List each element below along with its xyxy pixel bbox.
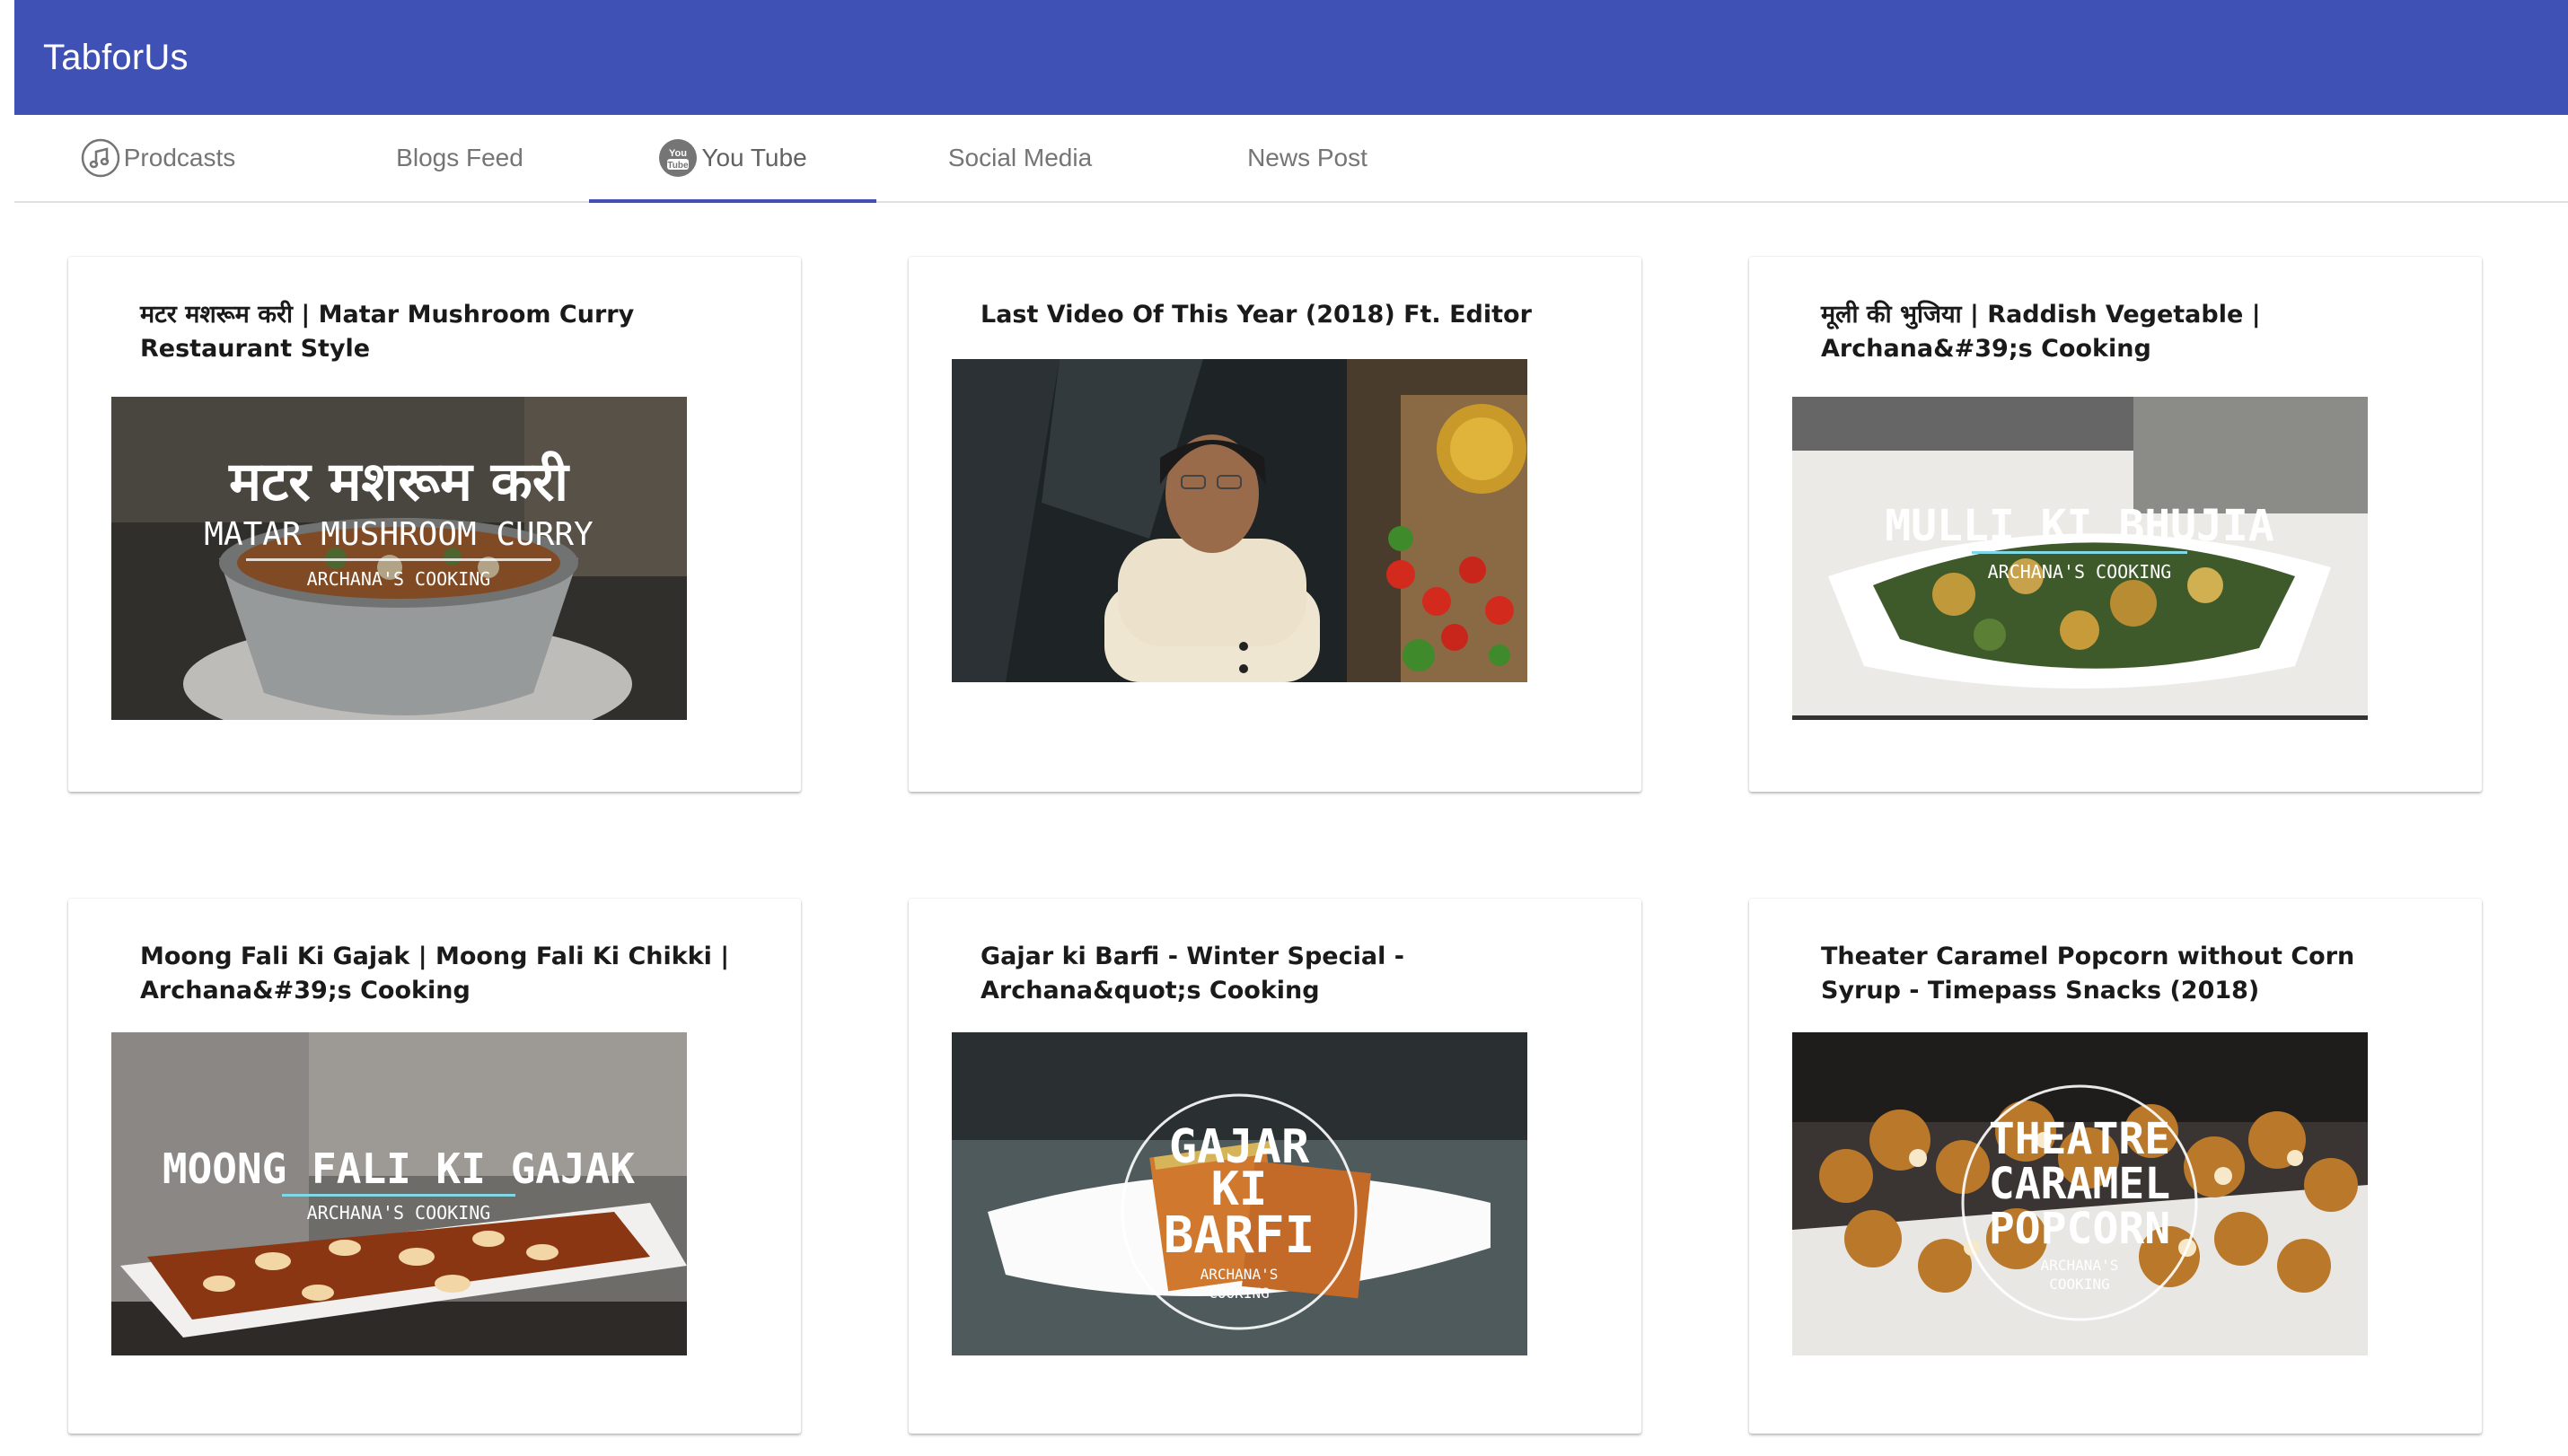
tab-you-tube-label: You Tube — [701, 144, 807, 171]
thumb-text: ARCHANA'S — [1200, 1266, 1279, 1283]
video-card[interactable]: मटर मशरूम करी | Matar Mushroom Curry Res… — [68, 257, 801, 792]
video-card[interactable]: मूली की भुजिया | Raddish Vegetable | Arc… — [1749, 257, 2482, 792]
tab-bar: Prodcasts Blogs Feed You Tube You Tube S… — [14, 115, 2568, 203]
tab-you-tube[interactable]: You Tube You Tube — [589, 115, 876, 203]
tab-social-media[interactable]: Social Media — [876, 115, 1164, 201]
video-card[interactable]: Theater Caramel Popcorn without Corn Syr… — [1749, 899, 2482, 1434]
thumb-text: मटर मशरूम करी — [228, 451, 570, 513]
video-card[interactable]: Moong Fali Ki Gajak | Moong Fali Ki Chik… — [68, 899, 801, 1434]
thumb-text: POPCORN — [1989, 1204, 2170, 1254]
video-card[interactable]: Last Video Of This Year (2018) Ft. Edito… — [909, 257, 1641, 792]
tab-blogs-feed[interactable]: Blogs Feed — [330, 115, 589, 201]
thumb-text: MULLI KI BHUJIA — [1885, 501, 2274, 551]
thumb-text: COOKING — [2049, 1276, 2109, 1293]
page: TabforUs Prodcasts Blogs Feed You Tube Y… — [0, 0, 2568, 1456]
youtube-icon: You Tube — [658, 138, 698, 178]
svg-text:You: You — [669, 148, 687, 159]
thumb-text: ARCHANA'S COOKING — [1988, 561, 2172, 583]
video-thumbnail[interactable]: MOONG FALI KI GAJAK ARCHANA'S COOKING — [111, 1032, 687, 1355]
video-thumbnail[interactable]: MULLI KI BHUJIA ARCHANA'S COOKING — [1792, 397, 2368, 720]
thumb-text: ARCHANA'S — [2041, 1257, 2119, 1274]
tab-blogs-feed-label: Blogs Feed — [396, 144, 523, 171]
app-bar: TabforUs — [14, 0, 2568, 115]
thumb-text: MATAR MUSHROOM CURRY — [204, 516, 594, 553]
video-thumbnail[interactable]: THEATRE CARAMEL POPCORN ARCHANA'S COOKIN… — [1792, 1032, 2368, 1355]
tab-news-post-label: News Post — [1247, 144, 1368, 171]
app-title: TabforUs — [43, 37, 189, 77]
video-title[interactable]: Moong Fali Ki Gajak | Moong Fali Ki Chik… — [140, 940, 747, 1008]
tab-news-post[interactable]: News Post — [1164, 115, 1451, 201]
thumb-text: MOONG FALI KI GAJAK — [163, 1145, 635, 1193]
thumb-text: CARAMEL — [1989, 1159, 2170, 1209]
video-title[interactable]: Theater Caramel Popcorn without Corn Syr… — [1821, 940, 2428, 1008]
video-card[interactable]: Gajar ki Barfi - Winter Special - Archan… — [909, 899, 1641, 1434]
video-title[interactable]: मूली की भुजिया | Raddish Vegetable | Arc… — [1821, 298, 2428, 366]
thumb-text: ARCHANA'S COOKING — [307, 568, 491, 590]
tab-podcasts[interactable]: Prodcasts — [68, 115, 248, 201]
tab-podcasts-label: Prodcasts — [123, 144, 236, 171]
svg-text:Tube: Tube — [668, 161, 690, 171]
video-thumbnail[interactable]: मटर मशरूम करी MATAR MUSHROOM CURRY ARCHA… — [111, 397, 687, 720]
thumb-text: COOKING — [1209, 1285, 1269, 1302]
video-title[interactable]: Gajar ki Barfi - Winter Special - Archan… — [981, 940, 1587, 1008]
video-thumbnail[interactable] — [952, 359, 1527, 682]
music-note-icon — [81, 138, 120, 178]
thumb-text: BARFI — [1164, 1206, 1315, 1265]
active-tab-indicator — [589, 199, 876, 203]
tab-social-media-label: Social Media — [947, 144, 1093, 171]
video-title[interactable]: Last Video Of This Year (2018) Ft. Edito… — [981, 298, 1587, 332]
video-thumbnail[interactable]: GAJAR KI BARFI ARCHANA'S COOKING — [952, 1032, 1527, 1355]
thumb-text: ARCHANA'S COOKING — [307, 1202, 491, 1224]
video-title[interactable]: मटर मशरूम करी | Matar Mushroom Curry Res… — [140, 298, 747, 366]
thumb-text: THEATRE — [1989, 1114, 2170, 1164]
